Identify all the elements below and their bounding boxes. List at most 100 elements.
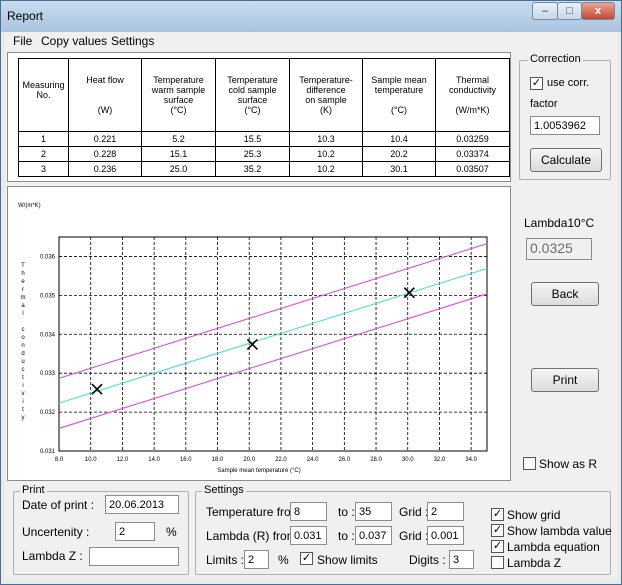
lambda-equation-label: Lambda equation	[507, 540, 600, 554]
header-mean-temp: Sample mean temperature (°C)	[362, 58, 436, 132]
y-axis-label-letter: h	[21, 271, 24, 277]
window-title: Report	[7, 9, 44, 23]
menu-file[interactable]: File	[13, 34, 32, 48]
minimize-button[interactable]: –	[532, 2, 558, 20]
lambda-equation-checkbox[interactable]: ✓	[491, 540, 504, 553]
cell: 25.0	[141, 161, 216, 177]
limits-input[interactable]: 2	[244, 550, 269, 569]
cell: 0.03259	[435, 131, 510, 147]
maximize-button[interactable]: □	[557, 2, 582, 20]
cell: 2	[18, 146, 69, 162]
x-tick-label: 26.0	[338, 457, 350, 463]
use-corr-checkbox[interactable]: ✓	[530, 77, 543, 90]
header-temp-warm: Temperature warm sample surface (°C)	[141, 58, 216, 132]
plot-frame	[58, 236, 488, 452]
y-tick-label: 0.032	[40, 410, 56, 416]
show-lambda-value-checkbox[interactable]: ✓	[491, 524, 504, 537]
lambda-z-input[interactable]	[89, 547, 179, 566]
show-limits-label: Show limits	[317, 553, 378, 567]
maximize-icon: □	[566, 5, 573, 17]
lambda-z-option-label: Lambda Z	[507, 556, 562, 570]
cell: 25.3	[215, 146, 290, 162]
lambda-to-label: to :	[338, 529, 355, 543]
y-axis-label-letter: v	[22, 391, 25, 397]
lower-limit-line	[58, 293, 488, 429]
cell: 0.03374	[435, 146, 510, 162]
y-tick-label: 0.034	[40, 332, 56, 338]
settings-group: Settings Temperature from : 8 to : 35 Gr…	[195, 484, 612, 575]
correction-title: Correction	[528, 53, 583, 65]
digits-input[interactable]: 3	[449, 550, 474, 569]
y-axis-label-letter: c	[22, 327, 25, 333]
x-tick-label: 16.0	[180, 457, 192, 463]
y-axis-label-letter: d	[21, 351, 24, 357]
x-tick-label: 24.0	[307, 457, 319, 463]
y-axis-label-letter: t	[22, 375, 24, 381]
x-tick-label: 32.0	[434, 457, 446, 463]
lambda-from-input[interactable]: 0.031	[290, 526, 327, 545]
chart-grid	[58, 236, 488, 452]
factor-input[interactable]: 1.0053962	[530, 116, 600, 135]
cell: 20.2	[362, 146, 436, 162]
y-tick-label: 0.035	[40, 293, 56, 299]
y-axis-label-letter: u	[21, 359, 24, 365]
temp-from-input[interactable]: 8	[290, 502, 327, 521]
show-as-r-label: Show as R	[539, 457, 598, 471]
y-tick-label: 0.031	[40, 449, 56, 455]
checkmark-icon: ✓	[492, 508, 503, 520]
x-tick-label: 20.0	[243, 457, 255, 463]
cell: 10.3	[289, 131, 363, 147]
menu-settings[interactable]: Settings	[111, 34, 154, 48]
cell: 10.2	[289, 161, 363, 177]
checkmark-icon: ✓	[531, 77, 542, 89]
lambda-grid-label: Grid :	[399, 529, 429, 543]
cell: 0.236	[68, 161, 142, 177]
cell: 0.03507	[435, 161, 510, 177]
cell: 10.2	[289, 146, 363, 162]
cell: 5.2	[141, 131, 216, 147]
close-icon: x	[594, 5, 602, 17]
x-tick-label: 22.0	[275, 457, 287, 463]
chart-points	[91, 287, 415, 395]
back-button[interactable]: Back	[531, 282, 599, 306]
x-tick-label: 12.0	[117, 457, 129, 463]
y-axis-label-letter: a	[21, 303, 25, 309]
table-row: 1 0.221 5.2 15.5 10.3 10.4 0.03259	[18, 131, 510, 147]
uncertainty-input[interactable]: 2	[115, 522, 155, 541]
calculate-button[interactable]: Calculate	[530, 148, 602, 172]
measurement-table-panel: Measuring No. Heat flow (W) Temperature war…	[7, 52, 511, 182]
header-temp-diff: Temperature-difference on sample (K)	[289, 58, 363, 132]
close-button[interactable]: x	[581, 2, 615, 20]
lambda-grid-input[interactable]: 0.001	[427, 526, 464, 545]
menu-copy-values[interactable]: Copy values	[41, 34, 107, 48]
lambda10-label: Lambda10°C	[524, 216, 595, 230]
data-point	[91, 383, 103, 395]
measurement-table: Measuring No. Heat flow (W) Temperature war…	[18, 58, 510, 177]
print-button[interactable]: Print	[531, 368, 599, 392]
x-tick-label: 14.0	[148, 457, 160, 463]
checkmark-icon: ✓	[301, 552, 312, 564]
x-tick-label: 30.0	[402, 457, 414, 463]
x-tick-label: 8.0	[55, 457, 64, 463]
use-corr-label: use corr.	[547, 77, 590, 89]
y-tick-label: 0.033	[40, 371, 56, 377]
data-point	[403, 287, 415, 299]
print-title: Print	[20, 484, 47, 496]
factor-label: factor	[530, 98, 558, 110]
print-group: Print Date of print : 20.06.2013 Uncerte…	[13, 484, 189, 575]
cell: 0.228	[68, 146, 142, 162]
show-grid-checkbox[interactable]: ✓	[491, 508, 504, 521]
date-of-print-input[interactable]: 20.06.2013	[105, 495, 179, 514]
show-limits-checkbox[interactable]: ✓	[300, 552, 313, 565]
cell: 30.1	[362, 161, 436, 177]
temp-grid-input[interactable]: 2	[427, 502, 464, 521]
lambda-z-checkbox[interactable]	[491, 556, 504, 569]
header-temp-cold: Temperature cold sample surface (°C)	[215, 58, 290, 132]
show-as-r-checkbox[interactable]	[523, 457, 536, 470]
lambda-z-label: Lambda Z :	[22, 549, 83, 563]
temp-to-label: to :	[338, 505, 355, 519]
date-of-print-label: Date of print :	[22, 498, 95, 512]
lambda-to-input[interactable]: 0.037	[355, 526, 392, 545]
temp-to-input[interactable]: 35	[355, 502, 392, 521]
y-axis-label-letter: i	[22, 399, 23, 405]
